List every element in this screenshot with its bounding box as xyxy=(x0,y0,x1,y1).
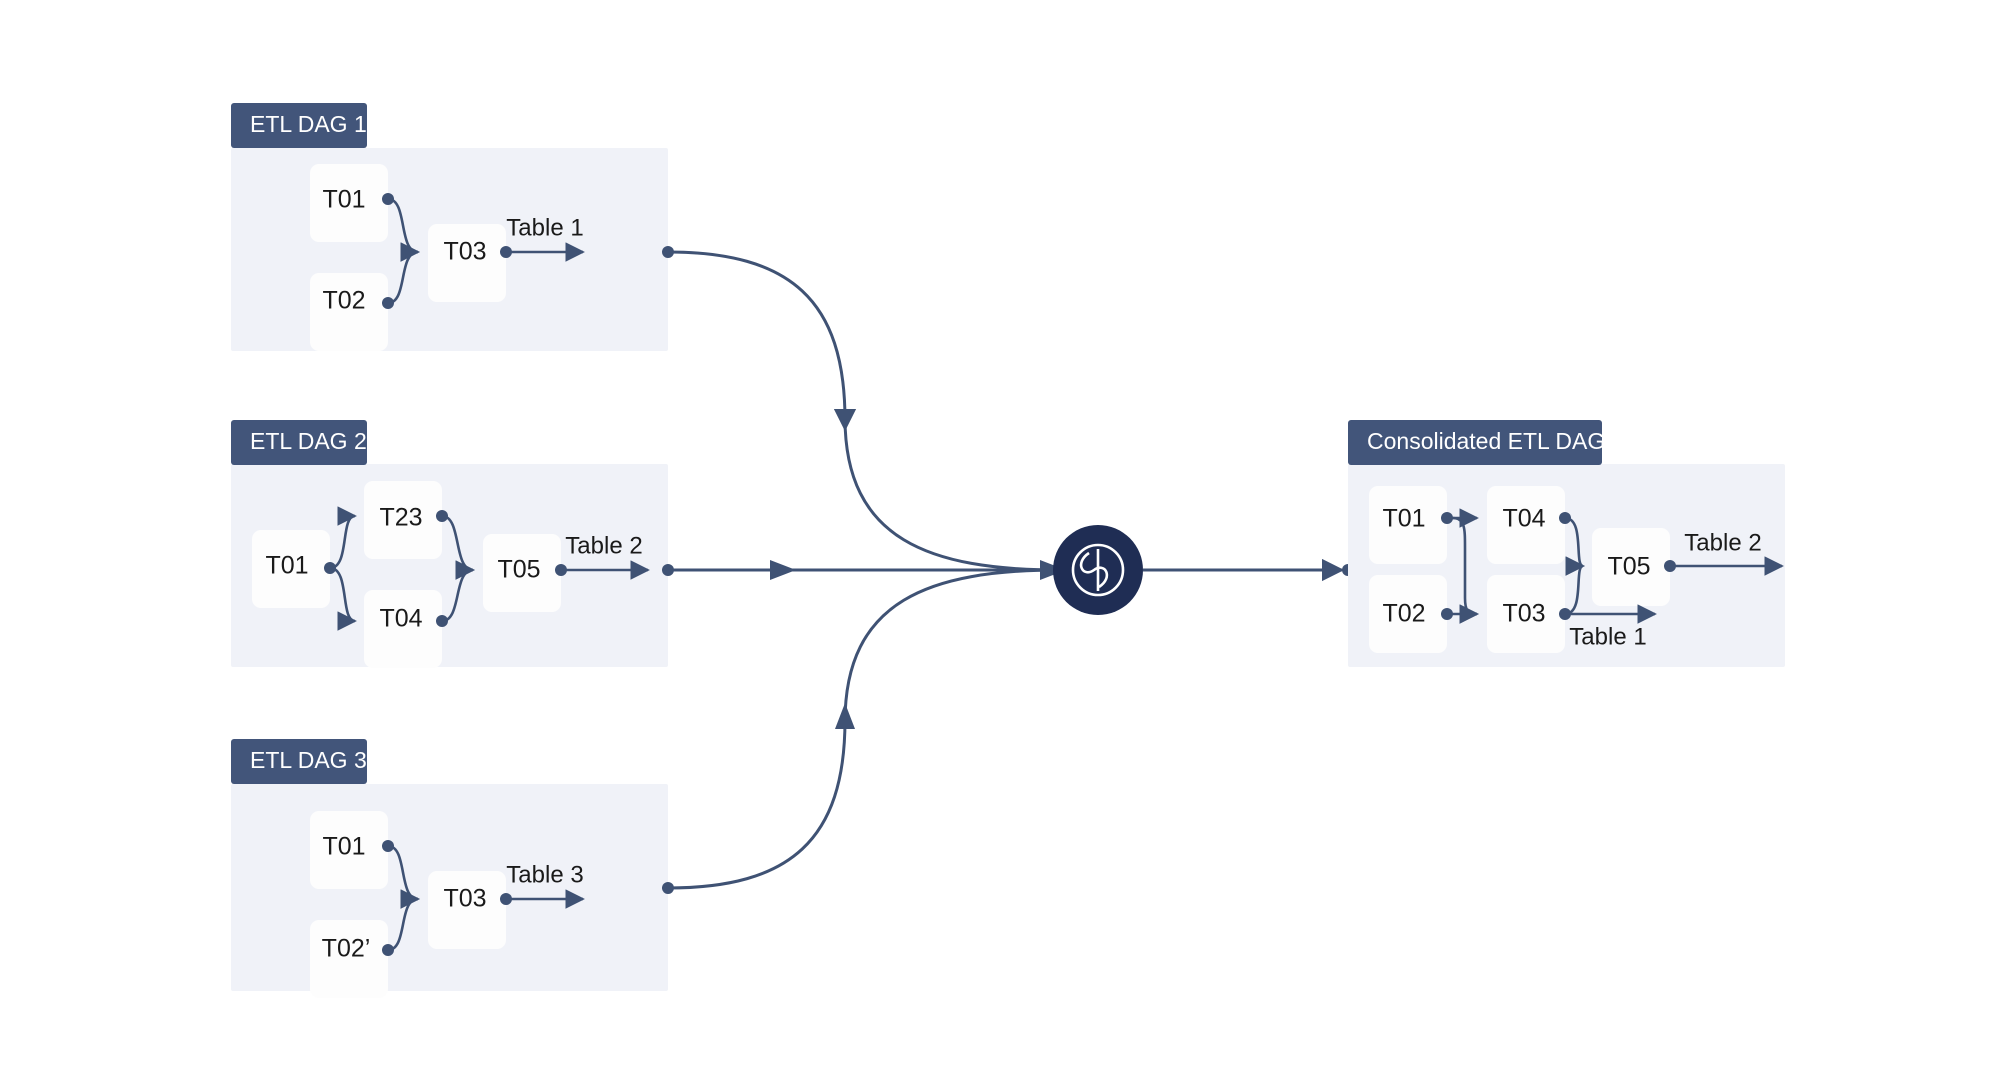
node-label-c-t03: T03 xyxy=(1502,600,1545,628)
hub-to-consolidated-link xyxy=(1143,558,1354,582)
port-dot-d3-t03 xyxy=(500,893,512,905)
port-dot-d1-t03 xyxy=(500,246,512,258)
edge-dag3-to-hub-upper xyxy=(843,568,1061,723)
sqlmesh-logo-hub[interactable] xyxy=(1053,525,1143,615)
node-label-d2-t01: T01 xyxy=(265,552,308,580)
panel-etl-dag-1: ETL DAG 1 T01 T02 T03 Table 1 xyxy=(231,103,668,351)
node-label-c-t02: T02 xyxy=(1382,600,1425,628)
port-dot-dag3-out xyxy=(662,882,674,894)
port-dot-d3-t02-prime xyxy=(382,944,394,956)
node-label-d1-t03: T03 xyxy=(443,238,486,266)
node-label-c-t05: T05 xyxy=(1607,553,1650,581)
edge-label-consolidated-table-1: Table 1 xyxy=(1569,623,1646,650)
node-label-d3-t03: T03 xyxy=(443,885,486,913)
edge-dag1-to-hub-lower xyxy=(843,417,1061,572)
edge-label-table-2: Table 2 xyxy=(565,532,642,559)
node-label-d2-t05: T05 xyxy=(497,556,540,584)
panel-tab-label: Consolidated ETL DAG xyxy=(1367,428,1605,454)
node-label-c-t01: T01 xyxy=(1382,505,1425,533)
edge-dag3-to-hub-lower xyxy=(667,719,847,890)
node-label-d2-t23: T23 xyxy=(379,504,422,532)
etl-consolidation-diagram: ETL DAG 1 T01 T02 T03 Table 1 ETL DAG 2 … xyxy=(231,103,1785,998)
panel-tab-label: ETL DAG 3 xyxy=(250,747,367,773)
port-dot-d1-t01 xyxy=(382,193,394,205)
edge-label-table-3: Table 3 xyxy=(506,861,583,888)
node-label-d2-t04: T04 xyxy=(379,605,422,633)
converging-links xyxy=(662,246,1066,894)
node-label-c-t04: T04 xyxy=(1502,505,1545,533)
panel-etl-dag-3: ETL DAG 3 T01 T02’ T03 Table 3 xyxy=(231,739,668,998)
node-label-d3-t02-prime: T02’ xyxy=(322,935,371,963)
panel-tab-label: ETL DAG 2 xyxy=(250,428,367,454)
arrowhead-dag2-mid xyxy=(770,560,796,580)
node-label-d1-t01: T01 xyxy=(322,186,365,214)
panel-etl-dag-2: ETL DAG 2 T01 T23 T04 T05 Table 2 xyxy=(231,420,668,668)
panel-consolidated-etl-dag: Consolidated ETL DAG T01 T04 T02 T03 T05 xyxy=(1348,420,1785,667)
panel-tab-label: ETL DAG 1 xyxy=(250,111,367,137)
edge-label-consolidated-table-2: Table 2 xyxy=(1684,529,1761,556)
edge-dag1-to-hub-upper xyxy=(667,250,857,432)
port-dot-d2-t05 xyxy=(555,564,567,576)
diagram-canvas: ETL DAG 1 T01 T02 T03 Table 1 ETL DAG 2 … xyxy=(0,0,2000,1087)
port-dot-d3-t01 xyxy=(382,840,394,852)
edge-label-table-1: Table 1 xyxy=(506,214,583,241)
port-dot-d1-t02 xyxy=(382,297,394,309)
node-label-d1-t02: T02 xyxy=(322,287,365,315)
node-label-d3-t01: T01 xyxy=(322,833,365,861)
